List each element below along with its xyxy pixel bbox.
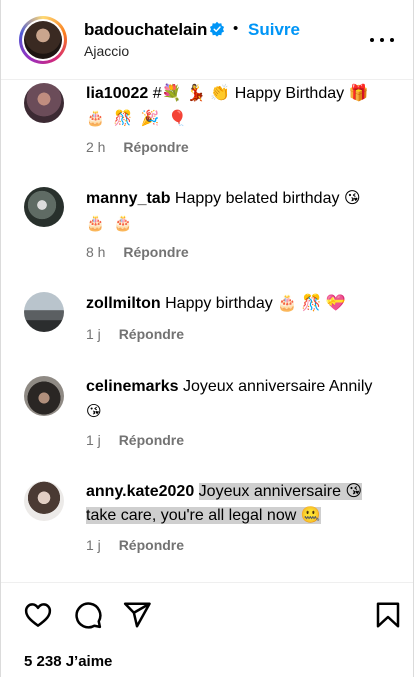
follow-button[interactable]: Suivre xyxy=(248,20,300,40)
comment-username[interactable]: manny_tab xyxy=(86,190,170,207)
verified-badge-icon xyxy=(209,21,225,37)
commenter-avatar[interactable] xyxy=(24,481,64,521)
comment-username[interactable]: celinemarks xyxy=(86,378,179,395)
comment-time: 1 j xyxy=(86,432,101,448)
header-separator: • xyxy=(233,20,239,37)
commenter-avatar[interactable] xyxy=(24,187,64,227)
likes-count[interactable]: 5 238 J’aime xyxy=(24,653,112,670)
commenter-avatar[interactable] xyxy=(24,376,64,416)
author-username[interactable]: badouchatelain xyxy=(84,20,207,40)
comment-text: Happy belated birthday 😘 xyxy=(174,190,361,207)
reply-button[interactable]: Répondre xyxy=(119,537,184,553)
reply-button[interactable]: Répondre xyxy=(123,139,188,155)
comment-time: 2 h xyxy=(86,139,106,155)
comment-time: 1 j xyxy=(86,537,101,553)
reply-button[interactable]: Répondre xyxy=(123,244,188,260)
comment-text: Happy birthday 🎂 🎊 💝 xyxy=(165,295,346,312)
comment-text: #💐 💃 👏 Happy Birthday 🎁 xyxy=(152,85,369,102)
comment-emoji-line: 🎂 🎊 🎉 🎈 xyxy=(86,109,190,127)
heart-icon[interactable] xyxy=(23,600,53,630)
more-options-icon[interactable] xyxy=(369,30,395,50)
comment-time: 1 j xyxy=(86,326,101,342)
reply-button[interactable]: Répondre xyxy=(119,326,184,342)
comment-emoji-line: 😘 xyxy=(86,402,104,420)
commenter-avatar[interactable] xyxy=(24,83,64,123)
share-icon[interactable] xyxy=(122,600,152,630)
comment-username[interactable]: lia10022 xyxy=(86,85,148,102)
post-location[interactable]: Ajaccio xyxy=(84,43,129,59)
commenter-avatar[interactable] xyxy=(24,292,64,332)
post-header: badouchatelain • Suivre Ajaccio xyxy=(1,0,413,80)
comment-username[interactable]: anny.kate2020 xyxy=(86,483,194,500)
comment-icon[interactable] xyxy=(73,600,103,630)
author-avatar[interactable] xyxy=(19,16,67,64)
bookmark-icon[interactable] xyxy=(373,600,403,630)
post-panel: badouchatelain • Suivre Ajaccio lia10022… xyxy=(0,0,414,677)
comment-emoji-line: 🎂 🎂 xyxy=(86,214,135,232)
post-actions-bar: 5 238 J’aime xyxy=(1,582,413,677)
comment-text: Joyeux anniversaire Annily xyxy=(182,378,373,395)
comment-time: 8 h xyxy=(86,244,106,260)
comment-username[interactable]: zollmilton xyxy=(86,295,161,312)
reply-button[interactable]: Répondre xyxy=(119,432,184,448)
comments-list[interactable]: lia10022 #💐 💃 👏 Happy Birthday 🎁 🎂 🎊 🎉 🎈… xyxy=(1,80,413,582)
